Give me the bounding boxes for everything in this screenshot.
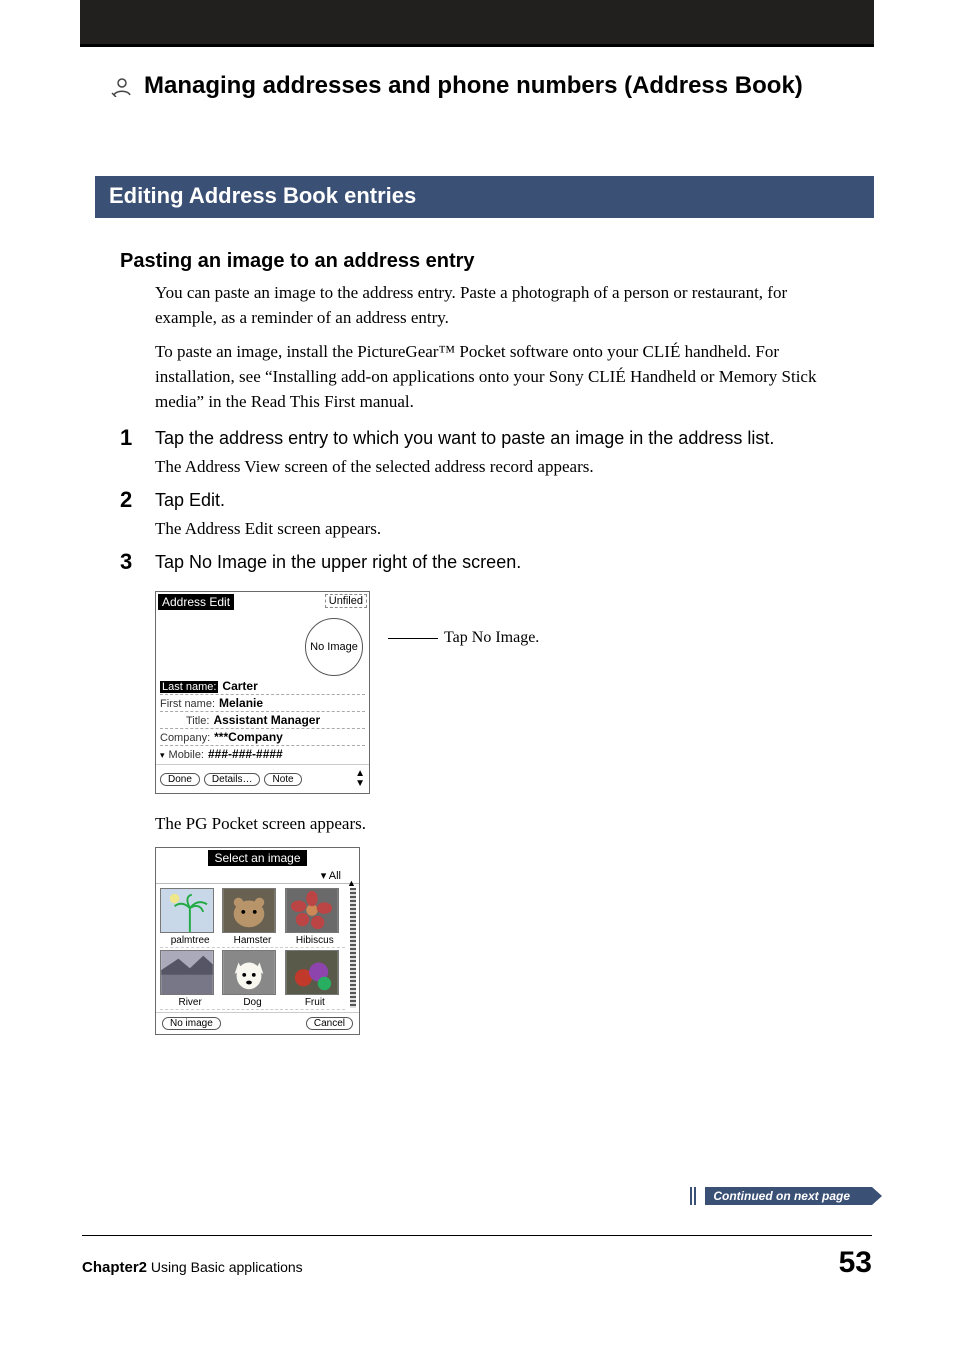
scrollbar[interactable] xyxy=(350,888,356,1008)
title-label: Title: xyxy=(186,715,209,727)
callout-leader-line xyxy=(388,638,438,639)
section-title-bar: Editing Address Book entries xyxy=(95,176,874,218)
footer-chapter: Chapter2 xyxy=(82,1259,147,1276)
done-button[interactable]: Done xyxy=(160,773,200,786)
thumbnail-dog[interactable] xyxy=(222,950,276,995)
step-title: Tap No Image in the upper right of the s… xyxy=(155,550,849,575)
thumbnail-hibiscus[interactable] xyxy=(285,888,339,933)
callout: Tap No Image. xyxy=(388,629,539,647)
thumbnail-river[interactable] xyxy=(160,950,214,995)
chapter-heading: Managing addresses and phone numbers (Ad… xyxy=(110,72,874,100)
step-title: Tap Edit. xyxy=(155,488,849,513)
top-black-bar xyxy=(80,0,874,44)
first-name-value[interactable]: Melanie xyxy=(219,696,263,710)
cancel-button[interactable]: Cancel xyxy=(306,1017,353,1030)
thumb-label: Fruit xyxy=(285,997,345,1010)
no-image-button[interactable]: No image xyxy=(162,1017,221,1030)
note-button[interactable]: Note xyxy=(264,773,301,786)
intro-paragraph-1: You can paste an image to the address en… xyxy=(155,281,849,330)
top-rule xyxy=(80,44,874,47)
step-2: 2 Tap Edit. The Address Edit screen appe… xyxy=(120,488,849,542)
no-image-placeholder[interactable]: No Image xyxy=(305,618,363,676)
thumbnail-palmtree[interactable] xyxy=(160,888,214,933)
continued-text: Continued on next page xyxy=(705,1187,872,1205)
thumb-label: Dog xyxy=(222,997,282,1010)
section-title: Editing Address Book entries xyxy=(109,183,416,208)
step-1: 1 Tap the address entry to which you wan… xyxy=(120,426,849,480)
title-value[interactable]: Assistant Manager xyxy=(213,713,320,727)
page-number: 53 xyxy=(839,1246,872,1280)
after-screen-text: The PG Pocket screen appears. xyxy=(155,812,849,837)
chapter-title: Managing addresses and phone numbers (Ad… xyxy=(144,72,803,100)
continued-indicator: Continued on next page xyxy=(690,1187,872,1205)
step-subtext: The Address View screen of the selected … xyxy=(155,455,849,480)
mobile-label: Mobile: xyxy=(169,749,204,761)
step-number: 2 xyxy=(120,488,155,512)
thumb-label: River xyxy=(160,997,220,1010)
thumbnail-fruit[interactable] xyxy=(285,950,339,995)
thumb-label: Hamster xyxy=(222,935,282,948)
step-subtext: The Address Edit screen appears. xyxy=(155,517,849,542)
step-number: 3 xyxy=(120,550,155,574)
address-book-icon xyxy=(110,75,134,97)
address-edit-screenshot: Address Edit Unfiled No Image Last name:… xyxy=(155,591,370,794)
continued-bars-icon xyxy=(690,1187,697,1205)
first-name-label: First name: xyxy=(160,698,215,710)
select-image-filter[interactable]: ▾ All xyxy=(156,868,359,884)
select-image-title: Select an image xyxy=(208,850,306,866)
scroll-arrows-icon[interactable]: ▲▼ xyxy=(355,769,365,789)
footer-chapter-name: Using Basic applications xyxy=(147,1259,303,1275)
screen-title: Address Edit xyxy=(158,594,234,610)
category-selector[interactable]: Unfiled xyxy=(325,594,367,608)
last-name-value[interactable]: Carter xyxy=(222,679,257,693)
thumb-label: palmtree xyxy=(160,935,220,948)
page-footer: Chapter2 Using Basic applications 53 xyxy=(82,1235,872,1280)
step-title: Tap the address entry to which you want … xyxy=(155,426,849,451)
company-label: Company: xyxy=(160,732,210,744)
subheading: Pasting an image to an address entry xyxy=(120,250,849,273)
company-value[interactable]: ***Company xyxy=(214,730,283,744)
thumbnail-hamster[interactable] xyxy=(222,888,276,933)
step-number: 1 xyxy=(120,426,155,450)
chevron-down-icon[interactable]: ▾ xyxy=(160,750,165,761)
thumb-label: Hibiscus xyxy=(285,935,345,948)
intro-paragraph-2: To paste an image, install the PictureGe… xyxy=(155,340,849,414)
mobile-value[interactable]: ###-###-#### xyxy=(208,747,283,761)
last-name-label: Last name: xyxy=(160,681,218,693)
step-3: 3 Tap No Image in the upper right of the… xyxy=(120,550,849,579)
details-button[interactable]: Details… xyxy=(204,773,261,786)
select-image-screenshot: Select an image ▾ All palmtree Hamster H… xyxy=(155,847,360,1035)
callout-text: Tap No Image. xyxy=(444,629,539,647)
